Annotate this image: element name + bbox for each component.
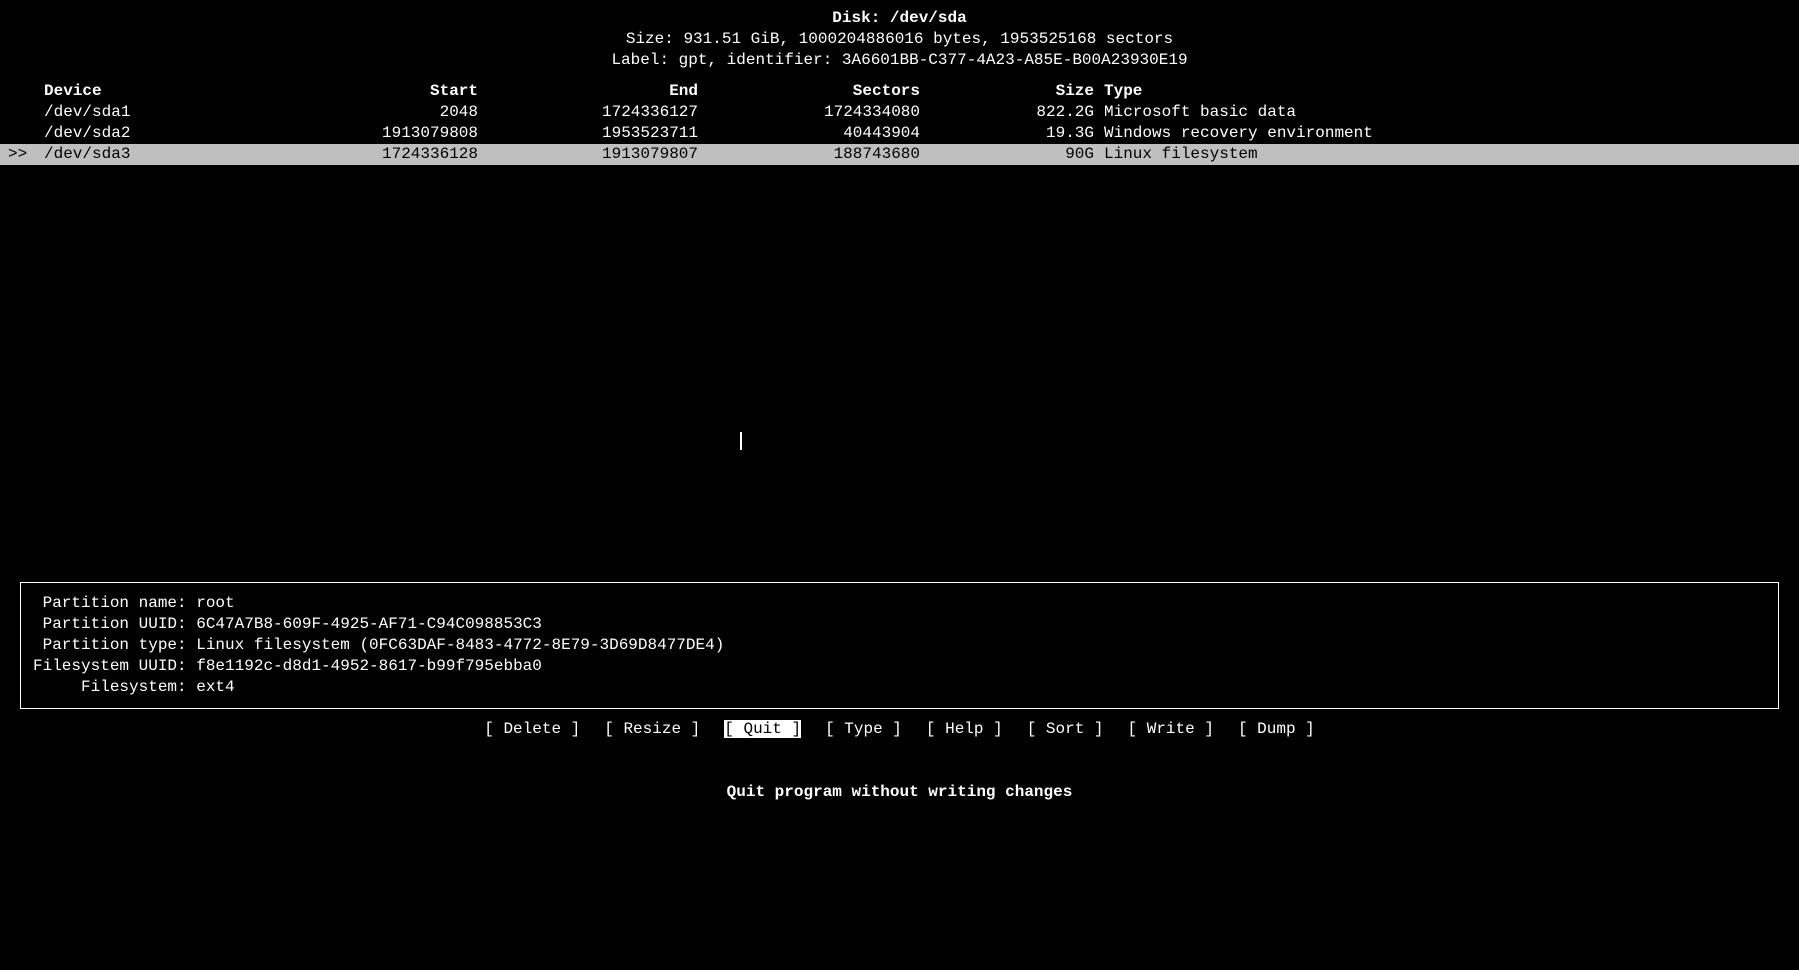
cell-type: Windows recovery environment — [1094, 123, 1799, 144]
cell-sectors: 40443904 — [698, 123, 920, 144]
header-size: Size — [920, 81, 1094, 102]
partition-row[interactable]: >>/dev/sda317243361281913079807188743680… — [0, 144, 1799, 165]
menu-hint: Quit program without writing changes — [0, 783, 1799, 801]
help-button[interactable]: [ Help ] — [926, 720, 1003, 738]
info-partition-uuid: Partition UUID: 6C47A7B8-609F-4925-AF71-… — [33, 614, 1766, 635]
dump-button[interactable]: [ Dump ] — [1238, 720, 1315, 738]
info-partition-type: Partition type: Linux filesystem (0FC63D… — [33, 635, 1766, 656]
disk-size-line: Size: 931.51 GiB, 1000204886016 bytes, 1… — [0, 29, 1799, 50]
partition-table: Device Start End Sectors Size Type /dev/… — [0, 81, 1799, 165]
header-type: Type — [1094, 81, 1799, 102]
cell-start: 1724336128 — [324, 144, 478, 165]
menu-bar: [ Delete ] [ Resize ] [ Quit ] [ Type ] [ He… — [0, 720, 1799, 738]
type-button[interactable]: [ Type ] — [825, 720, 902, 738]
table-header-row: Device Start End Sectors Size Type — [0, 81, 1799, 102]
header-end: End — [478, 81, 698, 102]
cell-device: /dev/sda2 — [44, 123, 324, 144]
selection-marker-icon: >> — [0, 144, 44, 165]
cell-sectors: 1724334080 — [698, 102, 920, 123]
disk-path: /dev/sda — [890, 9, 967, 27]
header-marker — [0, 81, 44, 102]
header-device: Device — [44, 81, 324, 102]
disk-label: Disk: — [832, 9, 890, 27]
cell-size: 19.3G — [920, 123, 1094, 144]
write-button[interactable]: [ Write ] — [1128, 720, 1214, 738]
cell-end: 1724336127 — [478, 102, 698, 123]
partition-row[interactable]: /dev/sda1204817243361271724334080822.2GM… — [0, 102, 1799, 123]
sort-button[interactable]: [ Sort ] — [1027, 720, 1104, 738]
cell-size: 90G — [920, 144, 1094, 165]
header-sectors: Sectors — [698, 81, 920, 102]
cell-start: 2048 — [324, 102, 478, 123]
info-partition-name: Partition name: root — [33, 593, 1766, 614]
disk-header: Disk: /dev/sda Size: 931.51 GiB, 1000204… — [0, 0, 1799, 71]
info-filesystem-uuid: Filesystem UUID: f8e1192c-d8d1-4952-8617… — [33, 656, 1766, 677]
selection-marker-icon — [0, 123, 44, 144]
cell-size: 822.2G — [920, 102, 1094, 123]
disk-title: Disk: /dev/sda — [0, 8, 1799, 29]
quit-button[interactable]: [ Quit ] — [724, 720, 801, 738]
text-cursor-icon — [740, 432, 742, 450]
disk-label-line: Label: gpt, identifier: 3A6601BB-C377-4A… — [0, 50, 1799, 71]
cell-sectors: 188743680 — [698, 144, 920, 165]
cell-type: Microsoft basic data — [1094, 102, 1799, 123]
cell-device: /dev/sda3 — [44, 144, 324, 165]
partition-info-box: Partition name: root Partition UUID: 6C4… — [20, 582, 1779, 709]
cell-end: 1953523711 — [478, 123, 698, 144]
partition-row[interactable]: /dev/sda2191307980819535237114044390419.… — [0, 123, 1799, 144]
cell-start: 1913079808 — [324, 123, 478, 144]
cell-device: /dev/sda1 — [44, 102, 324, 123]
selection-marker-icon — [0, 102, 44, 123]
delete-button[interactable]: [ Delete ] — [484, 720, 580, 738]
info-filesystem: Filesystem: ext4 — [33, 677, 1766, 698]
header-start: Start — [324, 81, 478, 102]
resize-button[interactable]: [ Resize ] — [604, 720, 700, 738]
cell-type: Linux filesystem — [1094, 144, 1799, 165]
cell-end: 1913079807 — [478, 144, 698, 165]
